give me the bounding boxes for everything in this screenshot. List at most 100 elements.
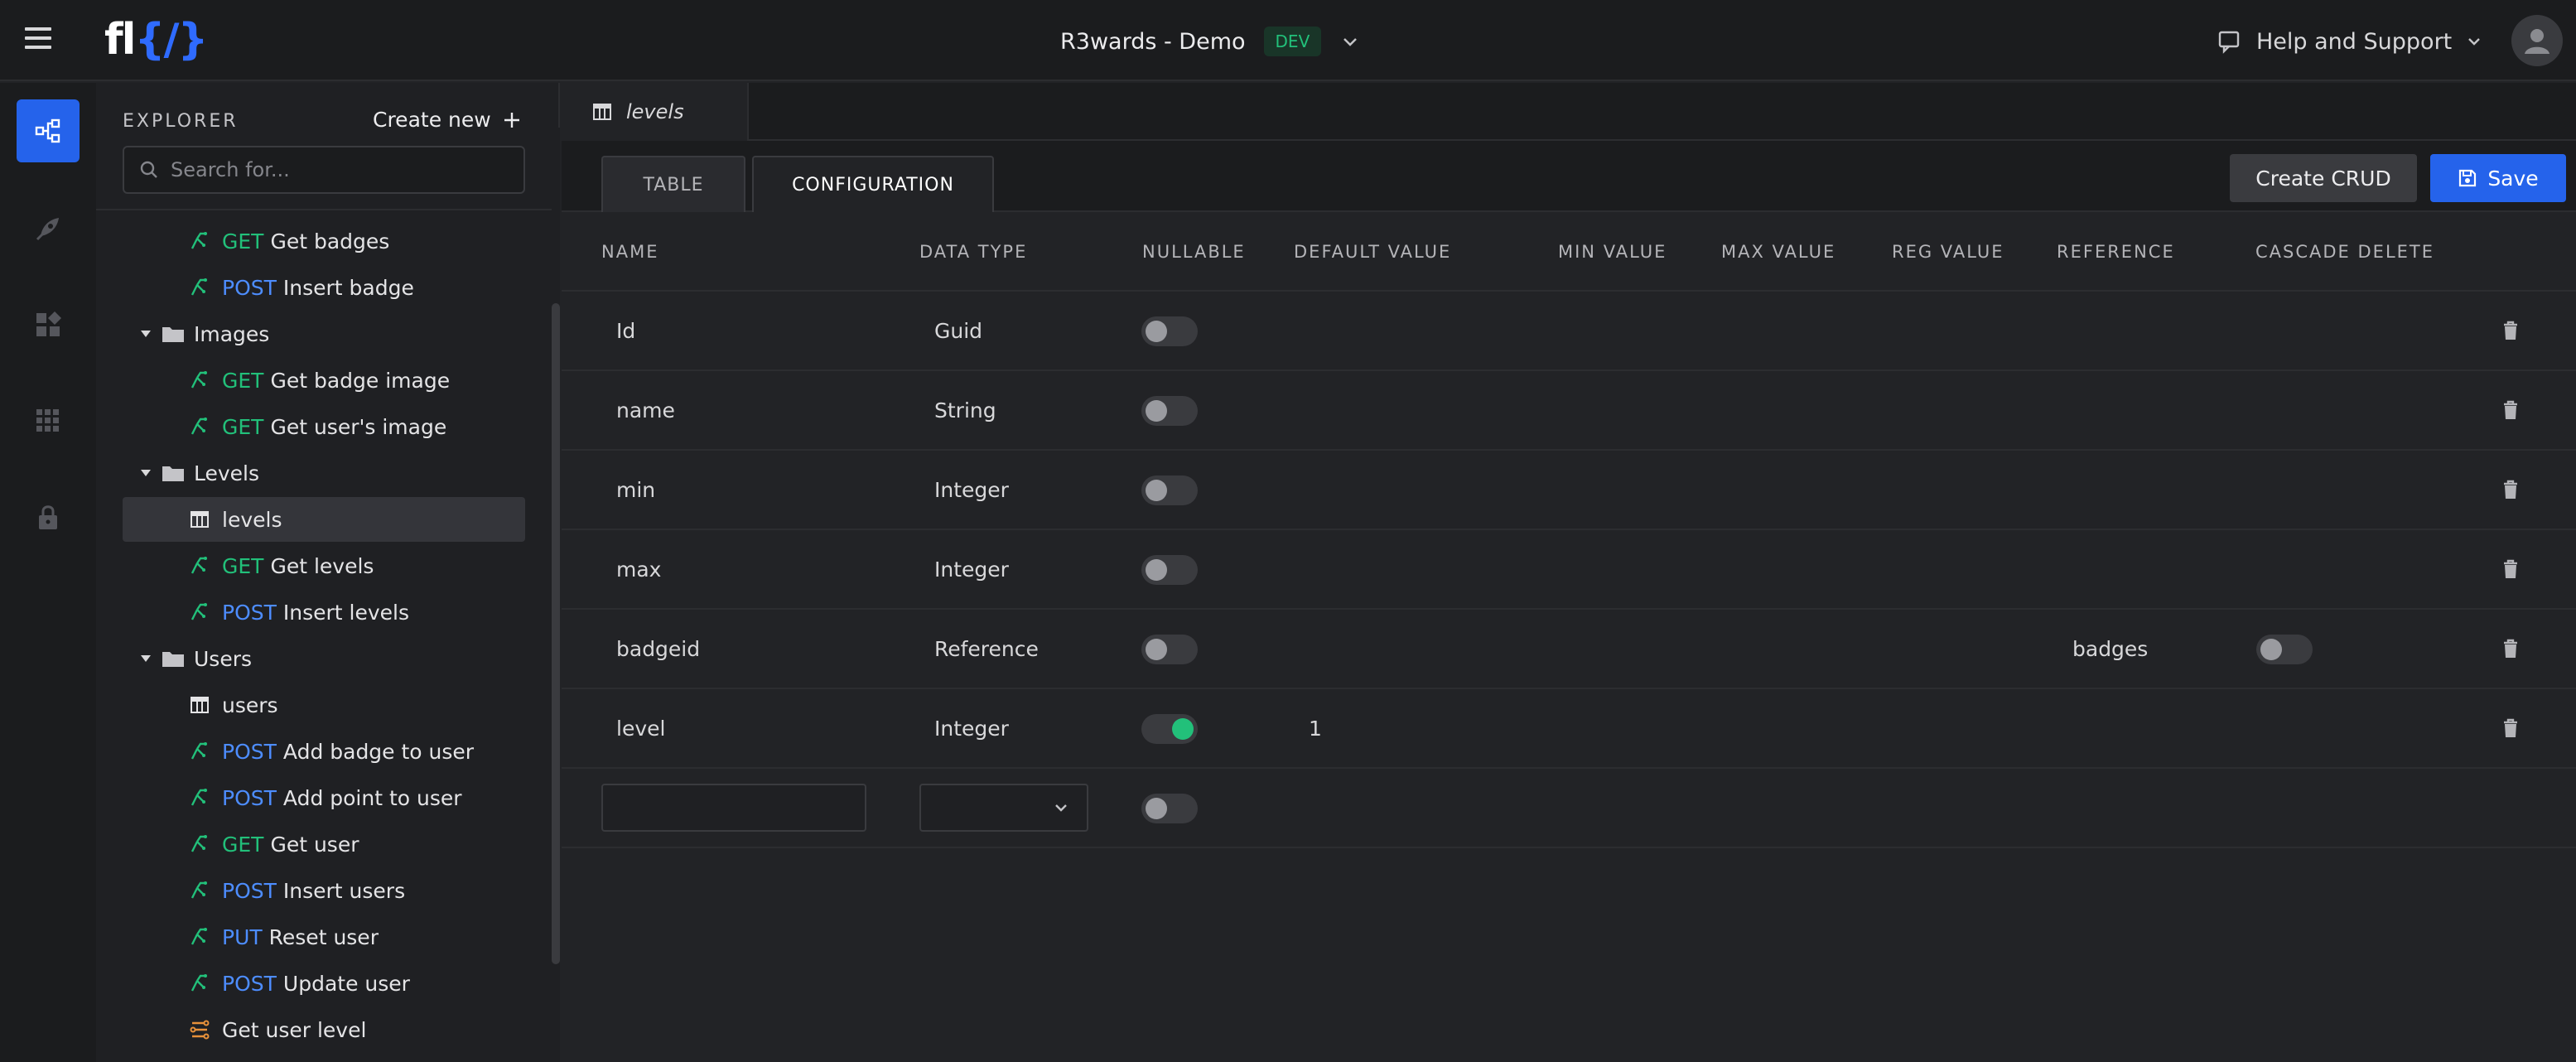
nullable-toggle[interactable]	[1141, 316, 1198, 346]
rail-item-flows[interactable]	[17, 99, 80, 162]
rail-item-widgets[interactable]	[17, 293, 80, 356]
apps-grid-icon	[36, 409, 59, 432]
folder-icon	[161, 461, 186, 485]
project-selector[interactable]: R3wards - Demo DEV	[1060, 25, 1364, 58]
document-tab-levels[interactable]: levels	[562, 83, 749, 141]
caret-down-icon[interactable]	[136, 329, 156, 339]
api-endpoint-icon	[187, 971, 212, 996]
column-name[interactable]: min	[616, 451, 655, 529]
tree-item[interactable]: POST Insert badge	[123, 265, 525, 310]
col-max-value-header: MAX VALUE	[1721, 242, 1836, 262]
document-tab-label: levels	[626, 100, 684, 123]
chevron-down-icon	[2467, 34, 2482, 50]
delete-icon[interactable]	[2498, 636, 2523, 661]
api-endpoint-icon	[187, 739, 212, 764]
rail-item-apps[interactable]	[17, 389, 80, 452]
column-name[interactable]: max	[616, 530, 661, 608]
new-column-name-input[interactable]	[601, 784, 866, 832]
tree-item[interactable]: PUT Reset user	[123, 915, 525, 959]
column-data-type[interactable]: Integer	[934, 451, 1009, 529]
tree-item[interactable]: Get user level	[123, 1007, 525, 1052]
column-name[interactable]: badgeid	[616, 610, 700, 688]
col-name-header: NAME	[601, 242, 659, 262]
http-method-label: PUT	[222, 924, 263, 949]
column-data-type[interactable]: Integer	[934, 530, 1009, 608]
explorer-panel: EXPLORER Create new GETGet badgesPOSTIns…	[96, 83, 560, 1062]
tree-item[interactable]: POST Insert levels	[123, 590, 525, 635]
delete-icon[interactable]	[2498, 398, 2523, 422]
flow-icon	[35, 118, 60, 143]
delete-icon[interactable]	[2498, 557, 2523, 582]
tree-item[interactable]: GET Get user	[123, 822, 525, 866]
tab-table[interactable]: TABLE	[601, 156, 745, 212]
function-icon	[187, 1017, 212, 1042]
tree-item-label: Update user	[282, 971, 410, 996]
column-data-type[interactable]: Guid	[934, 292, 982, 369]
user-avatar[interactable]	[2511, 15, 2563, 66]
create-new-button[interactable]: Create new	[373, 108, 521, 132]
reference-value[interactable]: badges	[2072, 610, 2148, 688]
chevron-down-icon[interactable]	[1336, 27, 1364, 56]
explorer-search[interactable]	[123, 146, 525, 194]
nullable-toggle[interactable]	[1141, 635, 1198, 664]
tree-item[interactable]: GET Get badges	[123, 219, 525, 263]
column-data-type[interactable]: Reference	[934, 610, 1039, 688]
column-name[interactable]: name	[616, 371, 675, 449]
tree-item[interactable]: POST Add badge to user	[123, 729, 525, 774]
tree-item[interactable]: POST Insert users	[123, 868, 525, 913]
tree-item-label: Get levels	[270, 553, 374, 578]
delete-icon[interactable]	[2498, 477, 2523, 502]
rail-item-security[interactable]	[17, 485, 80, 548]
tree-item[interactable]: GET Get levels	[123, 543, 525, 588]
tab-configuration[interactable]: CONFIGURATION	[752, 156, 994, 212]
explorer-scrollbar-thumb[interactable]	[552, 303, 560, 964]
tree-item[interactable]: GET Get badge image	[123, 358, 525, 403]
config-row: min Integer	[562, 451, 2576, 530]
column-data-type[interactable]: String	[934, 371, 996, 449]
tree-item-label: Reset user	[268, 924, 379, 949]
column-data-type[interactable]: Integer	[934, 689, 1009, 767]
nullable-toggle[interactable]	[1141, 555, 1198, 585]
tree-item[interactable]: POST Update user	[123, 961, 525, 1006]
tree-folder[interactable]: Users	[136, 636, 525, 681]
api-endpoint-icon	[187, 229, 212, 253]
tree-item-label: Add badge to user	[282, 739, 475, 764]
create-crud-button[interactable]: Create CRUD	[2230, 154, 2417, 202]
api-endpoint-icon	[187, 785, 212, 810]
delete-icon[interactable]	[2498, 716, 2523, 741]
api-endpoint-icon	[187, 553, 212, 578]
left-rail	[0, 83, 96, 1062]
tree-item-label: levels	[222, 507, 282, 532]
search-input[interactable]	[171, 158, 502, 181]
nullable-toggle[interactable]	[1141, 714, 1198, 744]
table-icon	[593, 104, 611, 120]
col-cascade-delete-header: CASCADE DELETE	[2255, 242, 2435, 262]
tree-item[interactable]: GET Get user's image	[123, 404, 525, 449]
new-column-nullable-toggle[interactable]	[1141, 794, 1198, 823]
help-support-menu[interactable]: Help and Support	[2217, 23, 2482, 60]
default-value[interactable]: 1	[1309, 689, 1322, 767]
save-button[interactable]: Save	[2430, 154, 2566, 202]
tree-folder[interactable]: Levels	[136, 451, 525, 495]
caret-down-icon[interactable]	[136, 468, 156, 478]
column-name[interactable]: level	[616, 689, 665, 767]
plus-icon	[504, 112, 519, 128]
col-min-value-header: MIN VALUE	[1558, 242, 1667, 262]
api-endpoint-icon	[187, 368, 212, 393]
document-tab-bar: levels	[562, 83, 2576, 141]
tree-folder[interactable]: Images	[136, 311, 525, 356]
menu-icon[interactable]	[25, 27, 51, 54]
new-column-type-select[interactable]	[919, 784, 1088, 832]
nullable-toggle[interactable]	[1141, 475, 1198, 505]
caret-down-icon[interactable]	[136, 654, 156, 664]
http-method-label: POST	[222, 971, 277, 996]
tree-item[interactable]: levels	[123, 497, 525, 542]
nullable-toggle[interactable]	[1141, 396, 1198, 426]
cascade-delete-toggle[interactable]	[2256, 635, 2313, 664]
tree-item[interactable]: users	[123, 683, 525, 727]
delete-icon[interactable]	[2498, 318, 2523, 343]
column-name[interactable]: Id	[616, 292, 635, 369]
tree-item[interactable]: POST Add point to user	[123, 775, 525, 820]
app-logo[interactable]: fl{/}	[104, 15, 208, 65]
rail-item-deploy[interactable]	[17, 197, 80, 260]
